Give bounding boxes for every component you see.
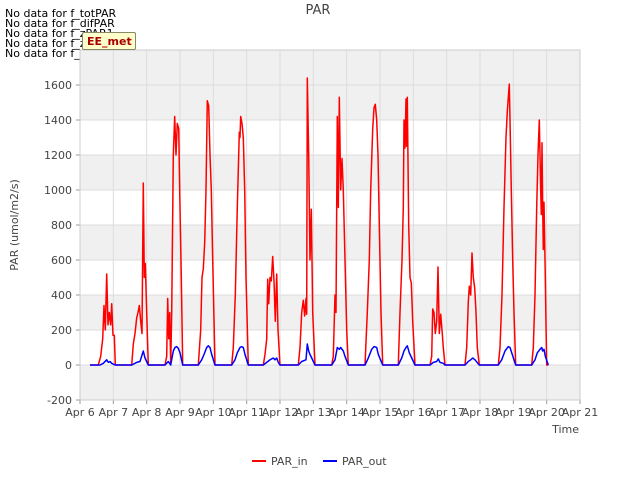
x-tick-label: Apr 21 [562,406,599,419]
y-tick-label: 1200 [44,149,72,162]
site-badge: EE_met [82,32,136,50]
y-tick-label: 200 [51,324,72,337]
x-tick-label: Apr 15 [362,406,399,419]
legend: PAR_in PAR_out [252,455,387,468]
x-tick-label: Apr 19 [495,406,532,419]
legend-label-par-in: PAR_in [271,455,308,468]
x-tick-label: Apr 9 [165,406,195,419]
x-tick-label: Apr 16 [395,406,432,419]
y-tick-label: 800 [51,219,72,232]
y-tick-label: 400 [51,289,72,302]
y-tick-label: 1000 [44,184,72,197]
band-stripe [80,295,580,330]
x-tick-label: Apr 7 [99,406,129,419]
y-tick-label: 1600 [44,79,72,92]
x-tick-label: Apr 8 [132,406,162,419]
x-tick-label: Apr 6 [65,406,95,419]
legend-label-par-out: PAR_out [342,455,387,468]
band-stripe [80,50,580,85]
x-axis-label: Time [551,423,579,436]
x-tick-label: Apr 10 [195,406,232,419]
x-tick-label: Apr 18 [462,406,499,419]
band-stripe [80,225,580,260]
chart-title: PAR [306,3,331,18]
par-chart: -20002004006008001000120014001600Apr 6 Ap… [8,3,599,468]
x-tick-label: Apr 12 [262,406,299,419]
x-tick-label: Apr 11 [228,406,265,419]
x-tick-label: Apr 17 [428,406,465,419]
x-tick-label: Apr 20 [528,406,565,419]
band-stripe [80,365,580,400]
y-tick-label: 600 [51,254,72,267]
y-tick-label: 1400 [44,114,72,127]
y-tick-label: 0 [65,359,72,372]
site-badge-label: EE_met [87,35,132,48]
band-stripe [80,85,580,120]
y-axis-label: PAR (umol/m2/s) [8,179,21,271]
x-tick-label: Apr 14 [328,406,365,419]
x-tick-label: Apr 13 [295,406,332,419]
